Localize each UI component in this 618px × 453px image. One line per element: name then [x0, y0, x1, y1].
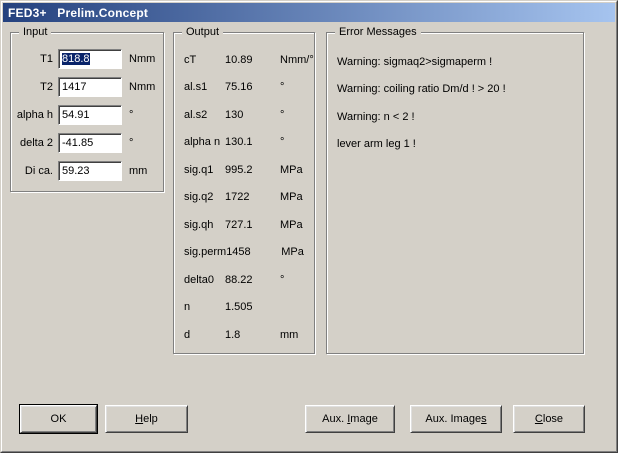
output-row: sig.q1 995.2 MPa: [184, 156, 314, 184]
alpha-h-unit: °: [129, 109, 133, 121]
output-unit: MPa: [280, 219, 303, 231]
output-group: Output cT 10.89 Nmm/° al.s1 75.16 ° al.s…: [173, 32, 315, 354]
output-row: delta0 88.22 °: [184, 266, 314, 294]
output-unit: Nmm/°: [280, 54, 314, 66]
window-title: FED3+ Prelim.Concept: [3, 6, 148, 20]
output-row: al.s1 75.16 °: [184, 74, 314, 102]
di-ca-label: Di ca.: [11, 165, 53, 177]
aux-images-button[interactable]: Aux. Images: [410, 405, 502, 433]
output-value: 1722: [225, 191, 280, 203]
t1-selected-text: 818.8: [62, 53, 90, 65]
error-message-list: Warning: sigmaq2>sigmaperm ! Warning: co…: [327, 33, 583, 158]
t2-unit: Nmm: [129, 81, 155, 93]
input-row: delta 2 -41.85 °: [11, 129, 163, 157]
alpha-h-input[interactable]: 54.91: [58, 105, 122, 125]
di-ca-input[interactable]: 59.23: [58, 161, 122, 181]
output-value: 88.22: [225, 274, 280, 286]
output-label: al.s1: [184, 81, 225, 93]
t1-unit: Nmm: [129, 53, 155, 65]
error-message: lever arm leg 1 !: [337, 131, 583, 159]
output-label: sig.perm: [184, 246, 226, 258]
output-row: al.s2 130 °: [184, 101, 314, 129]
t1-label: T1: [11, 53, 53, 65]
output-row: d 1.8 mm: [184, 321, 314, 349]
output-unit: MPa: [280, 164, 303, 176]
output-row: cT 10.89 Nmm/°: [184, 46, 314, 74]
output-value: 995.2: [225, 164, 280, 176]
output-unit: mm: [280, 329, 298, 341]
output-value: 75.16: [225, 81, 280, 93]
input-row: T1 818.8 Nmm: [11, 45, 163, 73]
output-row: sig.qh 727.1 MPa: [184, 211, 314, 239]
delta-2-unit: °: [129, 137, 133, 149]
error-messages-group: Error Messages Warning: sigmaq2>sigmaper…: [326, 32, 584, 354]
aux-image-button-label: Aux.: [322, 413, 347, 425]
help-button-label: H: [135, 413, 143, 425]
output-unit: MPa: [281, 246, 304, 258]
delta-2-input[interactable]: -41.85: [58, 133, 122, 153]
error-message: Warning: n < 2 !: [337, 103, 583, 131]
input-rows: T1 818.8 Nmm T2 1417 Nmm alpha h 54.91 °…: [11, 33, 163, 185]
input-row: T2 1417 Nmm: [11, 73, 163, 101]
close-button[interactable]: Close: [513, 405, 585, 433]
output-value: 727.1: [225, 219, 280, 231]
t2-input[interactable]: 1417: [58, 77, 122, 97]
output-row: alpha n 130.1 °: [184, 129, 314, 157]
output-unit: °: [280, 136, 284, 148]
output-label: sig.qh: [184, 219, 225, 231]
t2-label: T2: [11, 81, 53, 93]
error-message: Warning: sigmaq2>sigmaperm !: [337, 48, 583, 76]
di-ca-unit: mm: [129, 165, 147, 177]
output-row: sig.perm 1458 MPa: [184, 239, 314, 267]
aux-image-button[interactable]: Aux. Image: [305, 405, 395, 433]
output-label: cT: [184, 54, 225, 66]
output-rows: cT 10.89 Nmm/° al.s1 75.16 ° al.s2 130 °…: [174, 33, 314, 349]
output-unit: °: [280, 274, 284, 286]
output-value: 1458: [226, 246, 281, 258]
error-messages-group-label: Error Messages: [335, 25, 421, 39]
output-label: n: [184, 301, 225, 313]
alpha-h-label: alpha h: [11, 109, 53, 121]
output-value: 1.505: [225, 301, 280, 313]
output-label: sig.q2: [184, 191, 225, 203]
output-label: delta0: [184, 274, 225, 286]
close-button-label: C: [535, 413, 543, 425]
output-row: sig.q2 1722 MPa: [184, 184, 314, 212]
output-unit: °: [280, 109, 284, 121]
aux-images-button-label: Aux. Image: [425, 413, 481, 425]
ok-button[interactable]: OK: [20, 405, 97, 433]
help-button[interactable]: Help: [105, 405, 188, 433]
t1-input[interactable]: 818.8: [58, 49, 122, 69]
output-label: al.s2: [184, 109, 225, 121]
output-value: 1.8: [225, 329, 280, 341]
input-row: alpha h 54.91 °: [11, 101, 163, 129]
title-bar[interactable]: FED3+ Prelim.Concept: [3, 3, 615, 22]
output-value: 10.89: [225, 54, 280, 66]
output-label: alpha n: [184, 136, 225, 148]
output-group-label: Output: [182, 25, 223, 39]
input-group-label: Input: [19, 25, 51, 39]
input-row: Di ca. 59.23 mm: [11, 157, 163, 185]
output-value: 130.1: [225, 136, 280, 148]
output-row: n 1.505: [184, 294, 314, 322]
output-label: sig.q1: [184, 164, 225, 176]
delta-2-label: delta 2: [11, 137, 53, 149]
output-unit: MPa: [280, 191, 303, 203]
output-unit: °: [280, 81, 284, 93]
output-value: 130: [225, 109, 280, 121]
output-label: d: [184, 329, 225, 341]
ok-button-label: OK: [51, 413, 67, 425]
error-message: Warning: coiling ratio Dm/d ! > 20 !: [337, 76, 583, 104]
input-group: Input T1 818.8 Nmm T2 1417 Nmm alpha h 5…: [10, 32, 164, 192]
